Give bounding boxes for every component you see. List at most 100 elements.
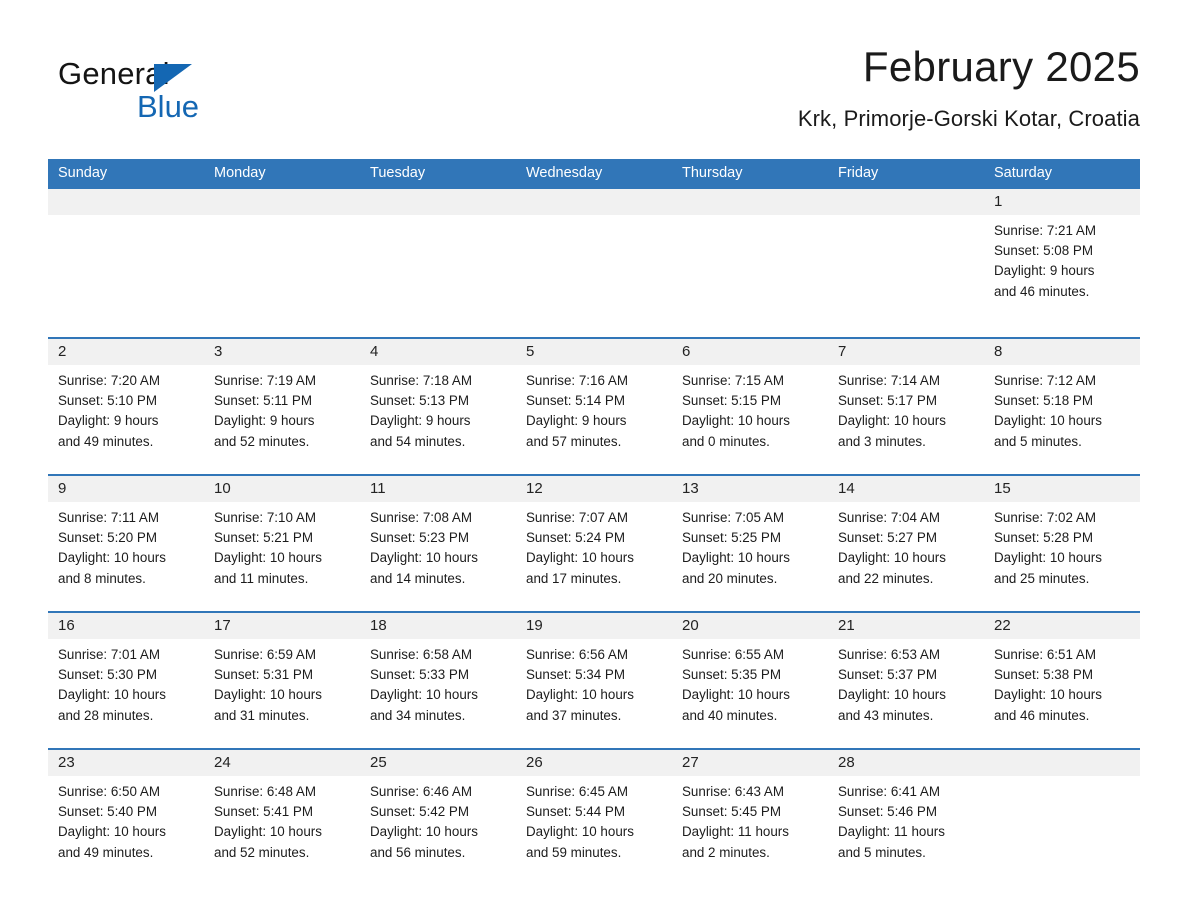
day-number[interactable]: 9 (48, 476, 204, 502)
sunset-text: Sunset: 5:23 PM (370, 530, 469, 546)
day-number[interactable]: 20 (672, 613, 828, 639)
sunrise-text: Sunrise: 7:16 AM (526, 373, 628, 388)
day-number[interactable]: 25 (360, 750, 516, 776)
day-cell[interactable] (204, 215, 360, 337)
day-cell[interactable] (48, 215, 204, 337)
day-cell[interactable]: Sunrise: 6:46 AM Sunset: 5:42 PM Dayligh… (360, 776, 516, 885)
day-cell[interactable]: Sunrise: 6:59 AM Sunset: 5:31 PM Dayligh… (204, 639, 360, 748)
day-cell[interactable]: Sunrise: 7:10 AM Sunset: 5:21 PM Dayligh… (204, 502, 360, 611)
day-number[interactable]: 13 (672, 476, 828, 502)
day-number[interactable]: 24 (204, 750, 360, 776)
week-daynumber-band: 23 24 25 26 27 28 (48, 750, 1140, 776)
day-number[interactable]: 1 (984, 189, 1140, 215)
day-cell[interactable]: Sunrise: 7:08 AM Sunset: 5:23 PM Dayligh… (360, 502, 516, 611)
day-cell[interactable]: Sunrise: 7:21 AM Sunset: 5:08 PM Dayligh… (984, 215, 1140, 337)
day-cell[interactable] (516, 215, 672, 337)
day-cell[interactable]: Sunrise: 7:16 AM Sunset: 5:14 PM Dayligh… (516, 365, 672, 474)
day-cell[interactable] (828, 215, 984, 337)
day-cell[interactable]: Sunrise: 7:01 AM Sunset: 5:30 PM Dayligh… (48, 639, 204, 748)
sunset-text: Sunset: 5:21 PM (214, 530, 313, 546)
day-number[interactable]: 8 (984, 339, 1140, 365)
daylight-text: Daylight: 10 hours (214, 824, 322, 840)
weekday-tuesday: Tuesday (370, 165, 426, 181)
day-number[interactable]: 19 (516, 613, 672, 639)
day-cell[interactable]: Sunrise: 6:45 AM Sunset: 5:44 PM Dayligh… (516, 776, 672, 885)
day-number[interactable]: 2 (48, 339, 204, 365)
daylight-text: Daylight: 10 hours (838, 550, 946, 566)
day-number[interactable]: 17 (204, 613, 360, 639)
sunrise-text: Sunrise: 7:11 AM (58, 510, 159, 525)
sunset-text: Sunset: 5:38 PM (994, 667, 1093, 683)
day-cell[interactable]: Sunrise: 6:48 AM Sunset: 5:41 PM Dayligh… (204, 776, 360, 885)
daylight-text: Daylight: 10 hours (838, 687, 946, 703)
day-cell[interactable] (672, 215, 828, 337)
week-row: 16 17 18 19 20 21 22 Sunrise: 7:01 AM Su… (48, 611, 1140, 748)
sunrise-text: Sunrise: 6:41 AM (838, 784, 940, 799)
day-number[interactable]: 5 (516, 339, 672, 365)
sunset-text: Sunset: 5:30 PM (58, 667, 157, 683)
day-cell[interactable]: Sunrise: 7:20 AM Sunset: 5:10 PM Dayligh… (48, 365, 204, 474)
day-cell[interactable]: Sunrise: 7:12 AM Sunset: 5:18 PM Dayligh… (984, 365, 1140, 474)
daylight-text-cont: and 59 minutes. (526, 844, 622, 860)
day-cell[interactable]: Sunrise: 7:02 AM Sunset: 5:28 PM Dayligh… (984, 502, 1140, 611)
day-cell[interactable]: Sunrise: 6:55 AM Sunset: 5:35 PM Dayligh… (672, 639, 828, 748)
day-number[interactable]: 12 (516, 476, 672, 502)
day-cell[interactable]: Sunrise: 7:05 AM Sunset: 5:25 PM Dayligh… (672, 502, 828, 611)
day-cell[interactable]: Sunrise: 6:56 AM Sunset: 5:34 PM Dayligh… (516, 639, 672, 748)
day-number[interactable] (672, 189, 828, 215)
daylight-text-cont: and 52 minutes. (214, 433, 310, 449)
day-number[interactable] (828, 189, 984, 215)
day-number[interactable]: 27 (672, 750, 828, 776)
day-cell[interactable]: Sunrise: 6:41 AM Sunset: 5:46 PM Dayligh… (828, 776, 984, 885)
day-number[interactable]: 22 (984, 613, 1140, 639)
calendar-grid: Sunday Monday Tuesday Wednesday Thursday… (48, 159, 1140, 885)
logo-text-general: General (58, 56, 170, 91)
day-cell[interactable]: Sunrise: 7:07 AM Sunset: 5:24 PM Dayligh… (516, 502, 672, 611)
day-cell[interactable] (360, 215, 516, 337)
day-number[interactable]: 26 (516, 750, 672, 776)
week-row: 2 3 4 5 6 7 8 Sunrise: 7:20 AM Sunset: 5… (48, 337, 1140, 474)
day-cell[interactable]: Sunrise: 7:04 AM Sunset: 5:27 PM Dayligh… (828, 502, 984, 611)
day-cell[interactable]: Sunrise: 7:14 AM Sunset: 5:17 PM Dayligh… (828, 365, 984, 474)
day-number[interactable] (204, 189, 360, 215)
day-cell[interactable]: Sunrise: 6:58 AM Sunset: 5:33 PM Dayligh… (360, 639, 516, 748)
daylight-text: Daylight: 10 hours (994, 550, 1102, 566)
day-number[interactable]: 21 (828, 613, 984, 639)
day-cell[interactable]: Sunrise: 7:15 AM Sunset: 5:15 PM Dayligh… (672, 365, 828, 474)
day-cell[interactable]: Sunrise: 6:51 AM Sunset: 5:38 PM Dayligh… (984, 639, 1140, 748)
day-number[interactable]: 3 (204, 339, 360, 365)
day-number[interactable] (516, 189, 672, 215)
day-cell[interactable]: Sunrise: 7:18 AM Sunset: 5:13 PM Dayligh… (360, 365, 516, 474)
day-number[interactable]: 6 (672, 339, 828, 365)
day-cell[interactable]: Sunrise: 7:19 AM Sunset: 5:11 PM Dayligh… (204, 365, 360, 474)
day-cell[interactable]: Sunrise: 6:53 AM Sunset: 5:37 PM Dayligh… (828, 639, 984, 748)
day-cell[interactable]: Sunrise: 6:43 AM Sunset: 5:45 PM Dayligh… (672, 776, 828, 885)
day-number[interactable]: 4 (360, 339, 516, 365)
daylight-text-cont: and 49 minutes. (58, 433, 154, 449)
page-subtitle: Krk, Primorje-Gorski Kotar, Croatia (797, 106, 1140, 131)
daylight-text-cont: and 3 minutes. (838, 433, 926, 449)
day-number[interactable]: 23 (48, 750, 204, 776)
day-number[interactable]: 16 (48, 613, 204, 639)
day-number[interactable]: 18 (360, 613, 516, 639)
generalblue-logo[interactable]: General Blue (58, 56, 258, 132)
day-number[interactable]: 11 (360, 476, 516, 502)
day-number[interactable]: 10 (204, 476, 360, 502)
day-number[interactable]: 15 (984, 476, 1140, 502)
day-number[interactable]: 7 (828, 339, 984, 365)
day-number[interactable] (48, 189, 204, 215)
day-number[interactable] (984, 750, 1140, 776)
day-number[interactable] (360, 189, 516, 215)
day-number[interactable]: 14 (828, 476, 984, 502)
daylight-text: Daylight: 10 hours (526, 687, 634, 703)
daylight-text: Daylight: 10 hours (994, 687, 1102, 703)
day-cell[interactable] (984, 776, 1140, 885)
daylight-text-cont: and 20 minutes. (682, 570, 778, 586)
sunrise-text: Sunrise: 7:10 AM (214, 510, 316, 525)
day-cell[interactable]: Sunrise: 7:11 AM Sunset: 5:20 PM Dayligh… (48, 502, 204, 611)
week-detail-band: Sunrise: 7:01 AM Sunset: 5:30 PM Dayligh… (48, 639, 1140, 748)
day-number[interactable]: 28 (828, 750, 984, 776)
sunset-text: Sunset: 5:10 PM (58, 393, 157, 409)
daylight-text-cont: and 52 minutes. (214, 844, 310, 860)
day-cell[interactable]: Sunrise: 6:50 AM Sunset: 5:40 PM Dayligh… (48, 776, 204, 885)
